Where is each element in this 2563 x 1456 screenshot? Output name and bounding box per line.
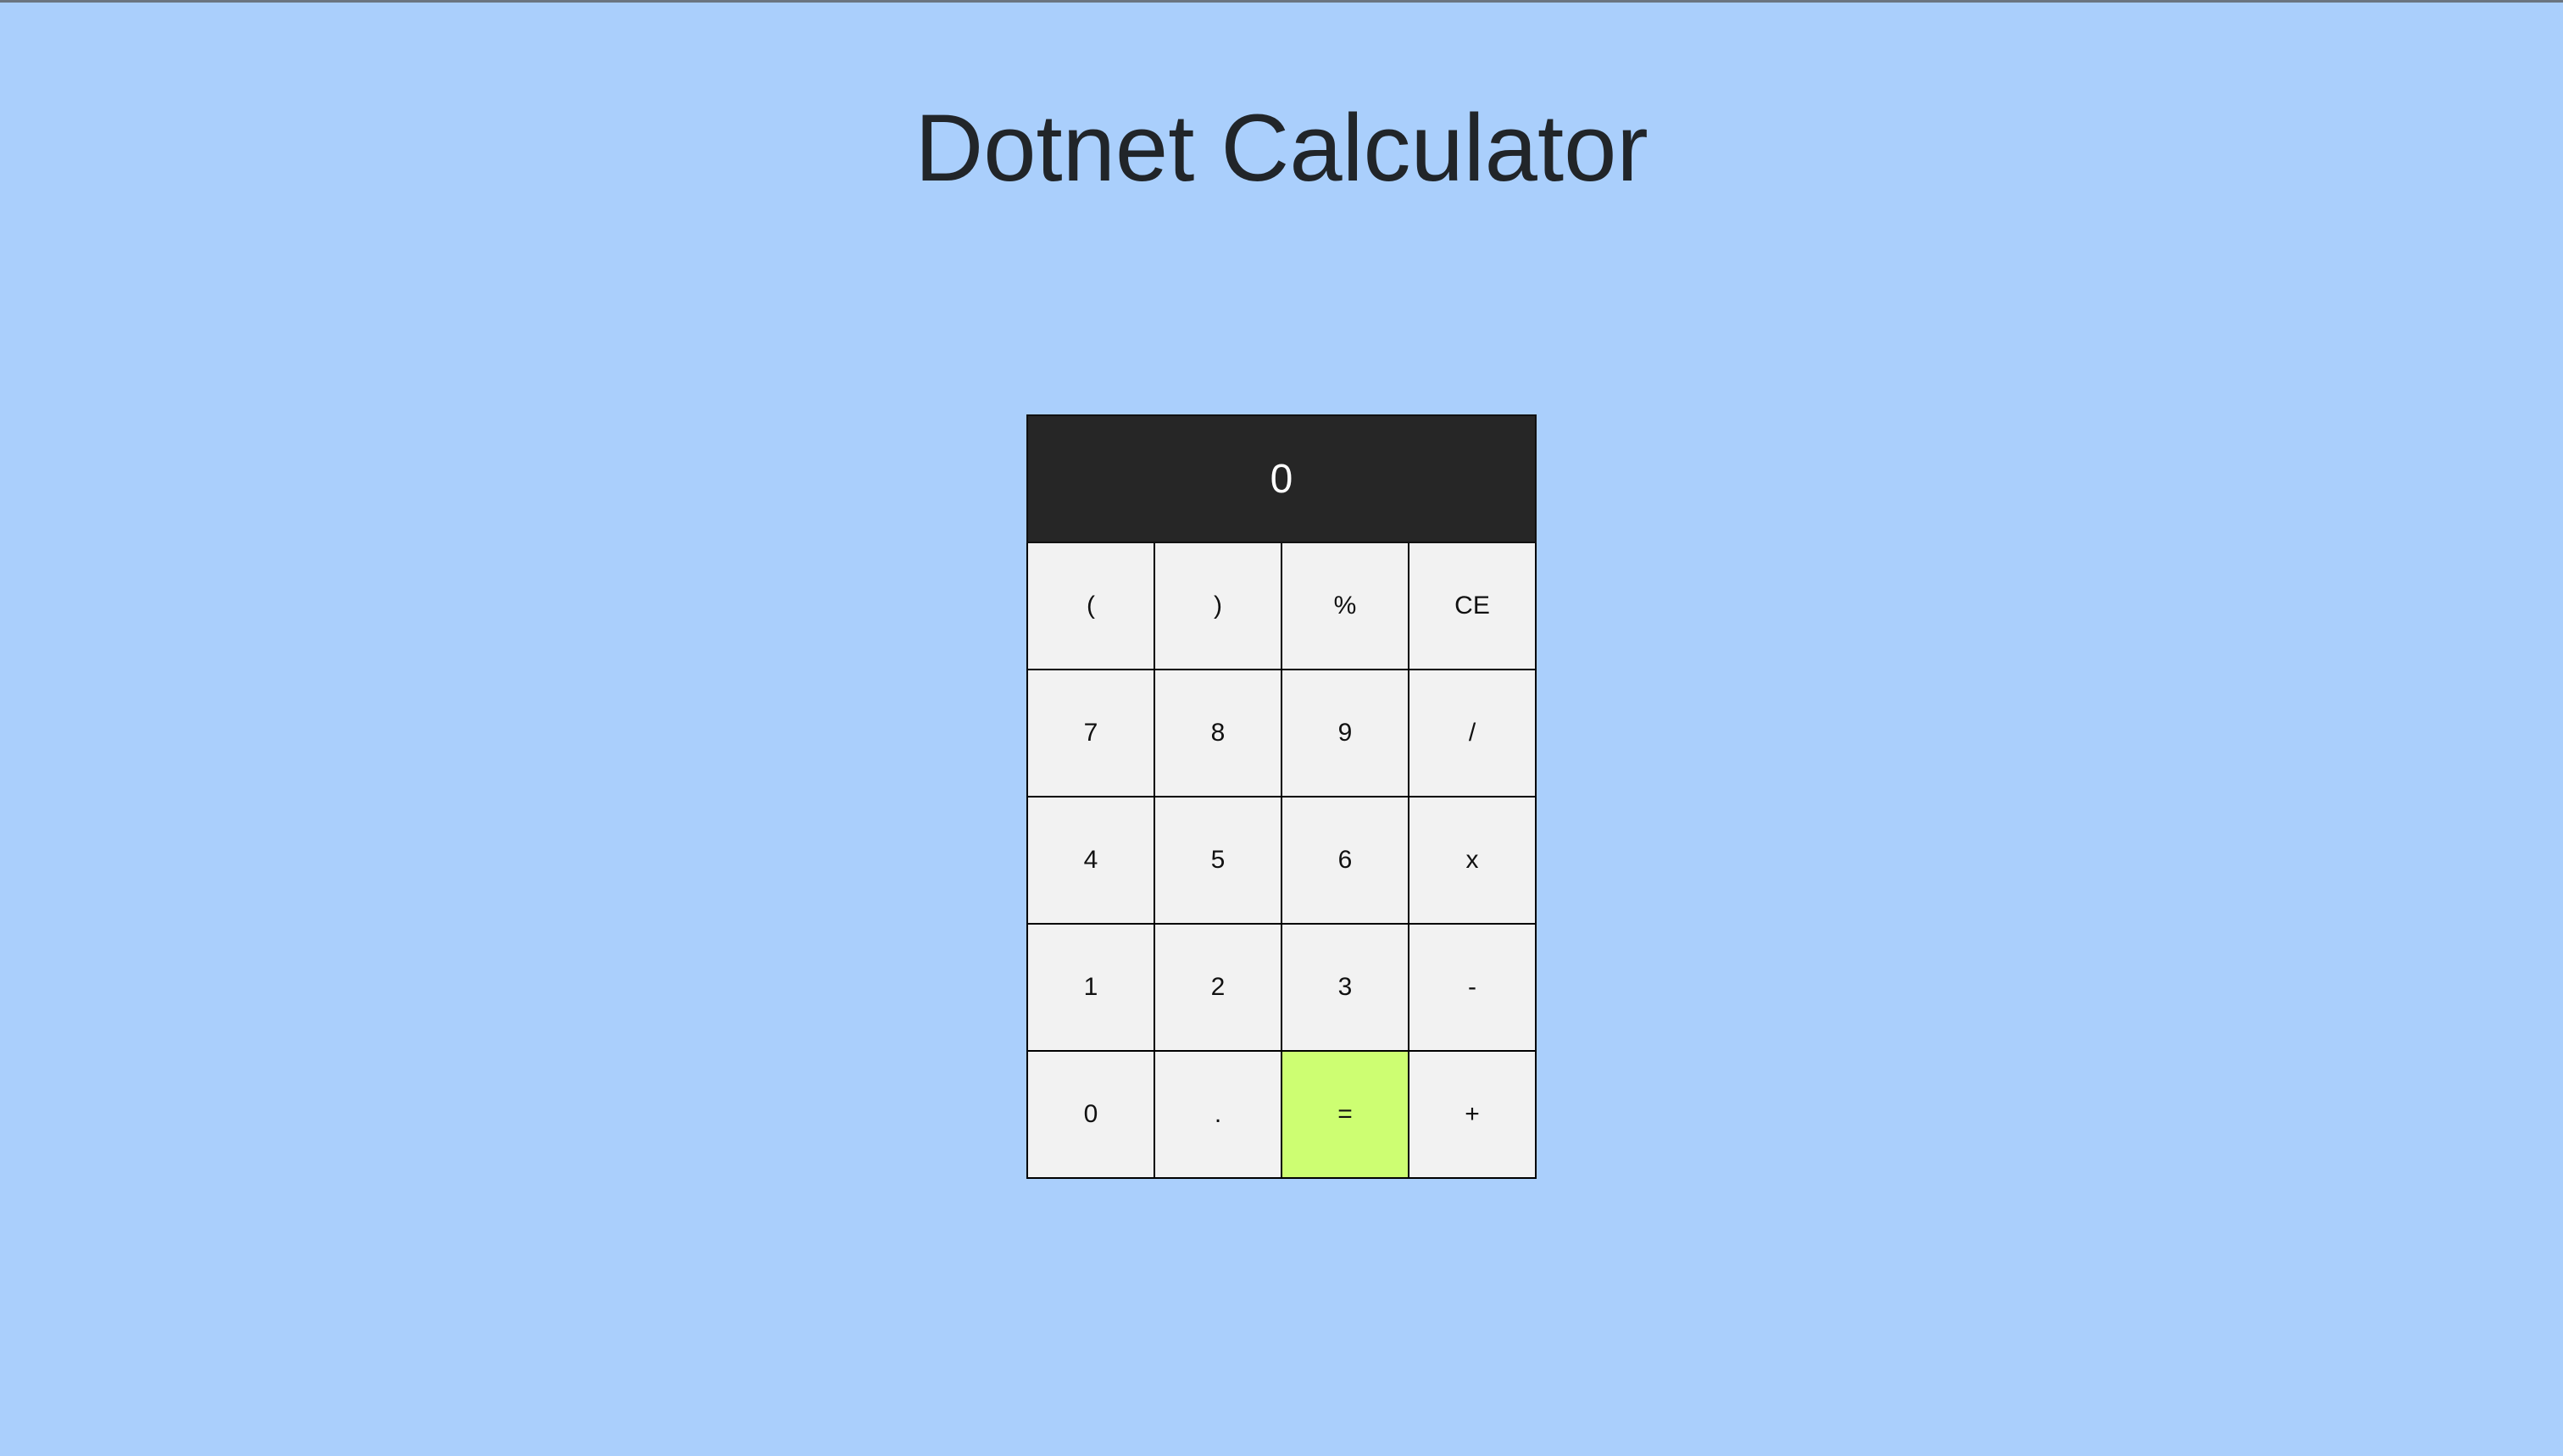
key-open-paren[interactable]: ( [1028,543,1155,670]
calculator: 0 ( ) % CE 7 8 9 / 4 5 6 x 1 2 3 - 0 . =… [1026,414,1537,1179]
key-1[interactable]: 1 [1028,925,1155,1052]
key-add[interactable]: + [1409,1052,1537,1179]
top-border-line [0,0,2563,3]
key-4[interactable]: 4 [1028,797,1155,925]
key-divide[interactable]: / [1409,670,1537,797]
key-8[interactable]: 8 [1155,670,1282,797]
page-title: Dotnet Calculator [915,95,1648,201]
key-6[interactable]: 6 [1282,797,1409,925]
key-2[interactable]: 2 [1155,925,1282,1052]
key-9[interactable]: 9 [1282,670,1409,797]
calculator-keypad: ( ) % CE 7 8 9 / 4 5 6 x 1 2 3 - 0 . = + [1026,543,1537,1179]
calculator-display: 0 [1026,414,1537,543]
key-decimal[interactable]: . [1155,1052,1282,1179]
key-multiply[interactable]: x [1409,797,1537,925]
key-equals[interactable]: = [1282,1052,1409,1179]
key-percent[interactable]: % [1282,543,1409,670]
key-3[interactable]: 3 [1282,925,1409,1052]
key-0[interactable]: 0 [1028,1052,1155,1179]
key-subtract[interactable]: - [1409,925,1537,1052]
key-close-paren[interactable]: ) [1155,543,1282,670]
key-clear-entry[interactable]: CE [1409,543,1537,670]
key-5[interactable]: 5 [1155,797,1282,925]
key-7[interactable]: 7 [1028,670,1155,797]
